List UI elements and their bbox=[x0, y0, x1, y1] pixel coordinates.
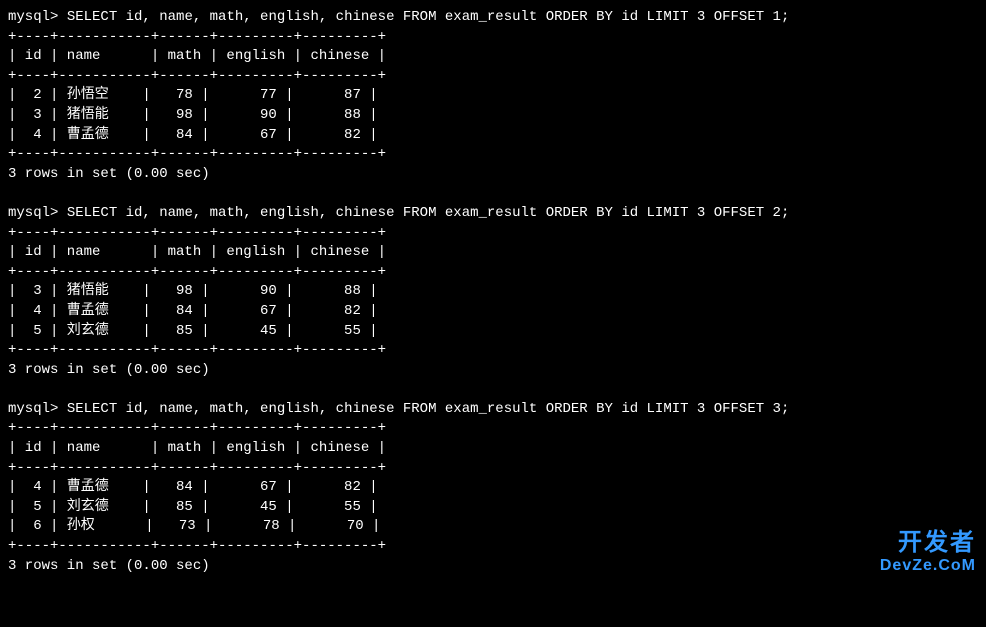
table-border: +----+-----------+------+---------+-----… bbox=[8, 537, 978, 557]
query-status: 3 rows in set (0.00 sec) bbox=[8, 361, 978, 381]
table-border: +----+-----------+------+---------+-----… bbox=[8, 28, 978, 48]
table-row: | 5 | 刘玄德 | 85 | 45 | 55 | bbox=[8, 322, 978, 342]
table-border: +----+-----------+------+---------+-----… bbox=[8, 224, 978, 244]
sql-query: SELECT id, name, math, english, chinese … bbox=[58, 205, 789, 221]
table-row: | 5 | 刘玄德 | 85 | 45 | 55 | bbox=[8, 498, 978, 518]
watermark-logo: 开发者 DevZe.CoM bbox=[880, 530, 976, 574]
table-border: +----+-----------+------+---------+-----… bbox=[8, 263, 978, 283]
table-border: +----+-----------+------+---------+-----… bbox=[8, 145, 978, 165]
sql-query: SELECT id, name, math, english, chinese … bbox=[58, 9, 789, 25]
sql-prompt-line[interactable]: mysql> SELECT id, name, math, english, c… bbox=[8, 8, 978, 28]
blank-line bbox=[8, 184, 978, 204]
query-status: 3 rows in set (0.00 sec) bbox=[8, 557, 978, 577]
table-row: | 2 | 孙悟空 | 78 | 77 | 87 | bbox=[8, 86, 978, 106]
mysql-prompt: mysql> bbox=[8, 205, 58, 221]
table-row: | 6 | 孙权 | 73 | 78 | 70 | bbox=[8, 517, 978, 537]
sql-query: SELECT id, name, math, english, chinese … bbox=[58, 401, 789, 417]
table-row: | 3 | 猪悟能 | 98 | 90 | 88 | bbox=[8, 106, 978, 126]
query-status: 3 rows in set (0.00 sec) bbox=[8, 165, 978, 185]
watermark-text-cn: 开发者 bbox=[880, 530, 976, 556]
blank-line bbox=[8, 380, 978, 400]
table-header: | id | name | math | english | chinese | bbox=[8, 243, 978, 263]
table-header: | id | name | math | english | chinese | bbox=[8, 47, 978, 67]
table-row: | 4 | 曹孟德 | 84 | 67 | 82 | bbox=[8, 126, 978, 146]
mysql-prompt: mysql> bbox=[8, 9, 58, 25]
table-header: | id | name | math | english | chinese | bbox=[8, 439, 978, 459]
table-row: | 4 | 曹孟德 | 84 | 67 | 82 | bbox=[8, 478, 978, 498]
watermark-text-en: DevZe.CoM bbox=[880, 557, 976, 575]
table-border: +----+-----------+------+---------+-----… bbox=[8, 67, 978, 87]
table-border: +----+-----------+------+---------+-----… bbox=[8, 459, 978, 479]
table-border: +----+-----------+------+---------+-----… bbox=[8, 341, 978, 361]
table-row: | 4 | 曹孟德 | 84 | 67 | 82 | bbox=[8, 302, 978, 322]
terminal-output[interactable]: mysql> SELECT id, name, math, english, c… bbox=[8, 8, 978, 576]
sql-prompt-line[interactable]: mysql> SELECT id, name, math, english, c… bbox=[8, 400, 978, 420]
mysql-prompt: mysql> bbox=[8, 401, 58, 417]
table-row: | 3 | 猪悟能 | 98 | 90 | 88 | bbox=[8, 282, 978, 302]
table-border: +----+-----------+------+---------+-----… bbox=[8, 419, 978, 439]
sql-prompt-line[interactable]: mysql> SELECT id, name, math, english, c… bbox=[8, 204, 978, 224]
